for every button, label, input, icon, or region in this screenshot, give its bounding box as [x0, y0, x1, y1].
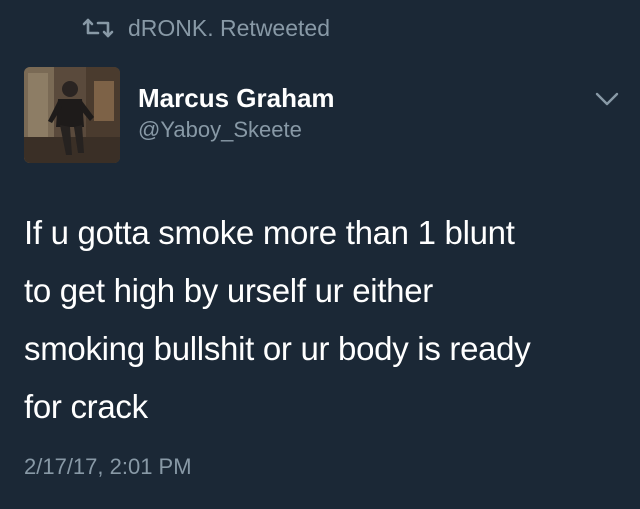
retweet-context: dRONK. Retweeted	[80, 13, 330, 43]
tweet-text: If u gotta smoke more than 1 blunt to ge…	[24, 204, 624, 436]
author-handle[interactable]: @Yaboy_Skeete	[138, 117, 302, 143]
retweet-icon	[80, 16, 116, 40]
tweet-timestamp[interactable]: 2/17/17, 2:01 PM	[24, 454, 192, 480]
avatar[interactable]	[24, 67, 120, 163]
tweet-text-line: for crack	[24, 388, 148, 425]
chevron-down-icon[interactable]	[592, 88, 622, 110]
tweet-text-line: smoking bullshit or ur body is ready	[24, 330, 531, 367]
tweet-text-line: to get high by urself ur either	[24, 272, 433, 309]
tweet-text-line: If u gotta smoke more than 1 blunt	[24, 214, 515, 251]
retweeted-by-label[interactable]: dRONK. Retweeted	[128, 15, 330, 42]
author-display-name[interactable]: Marcus Graham	[138, 83, 335, 114]
